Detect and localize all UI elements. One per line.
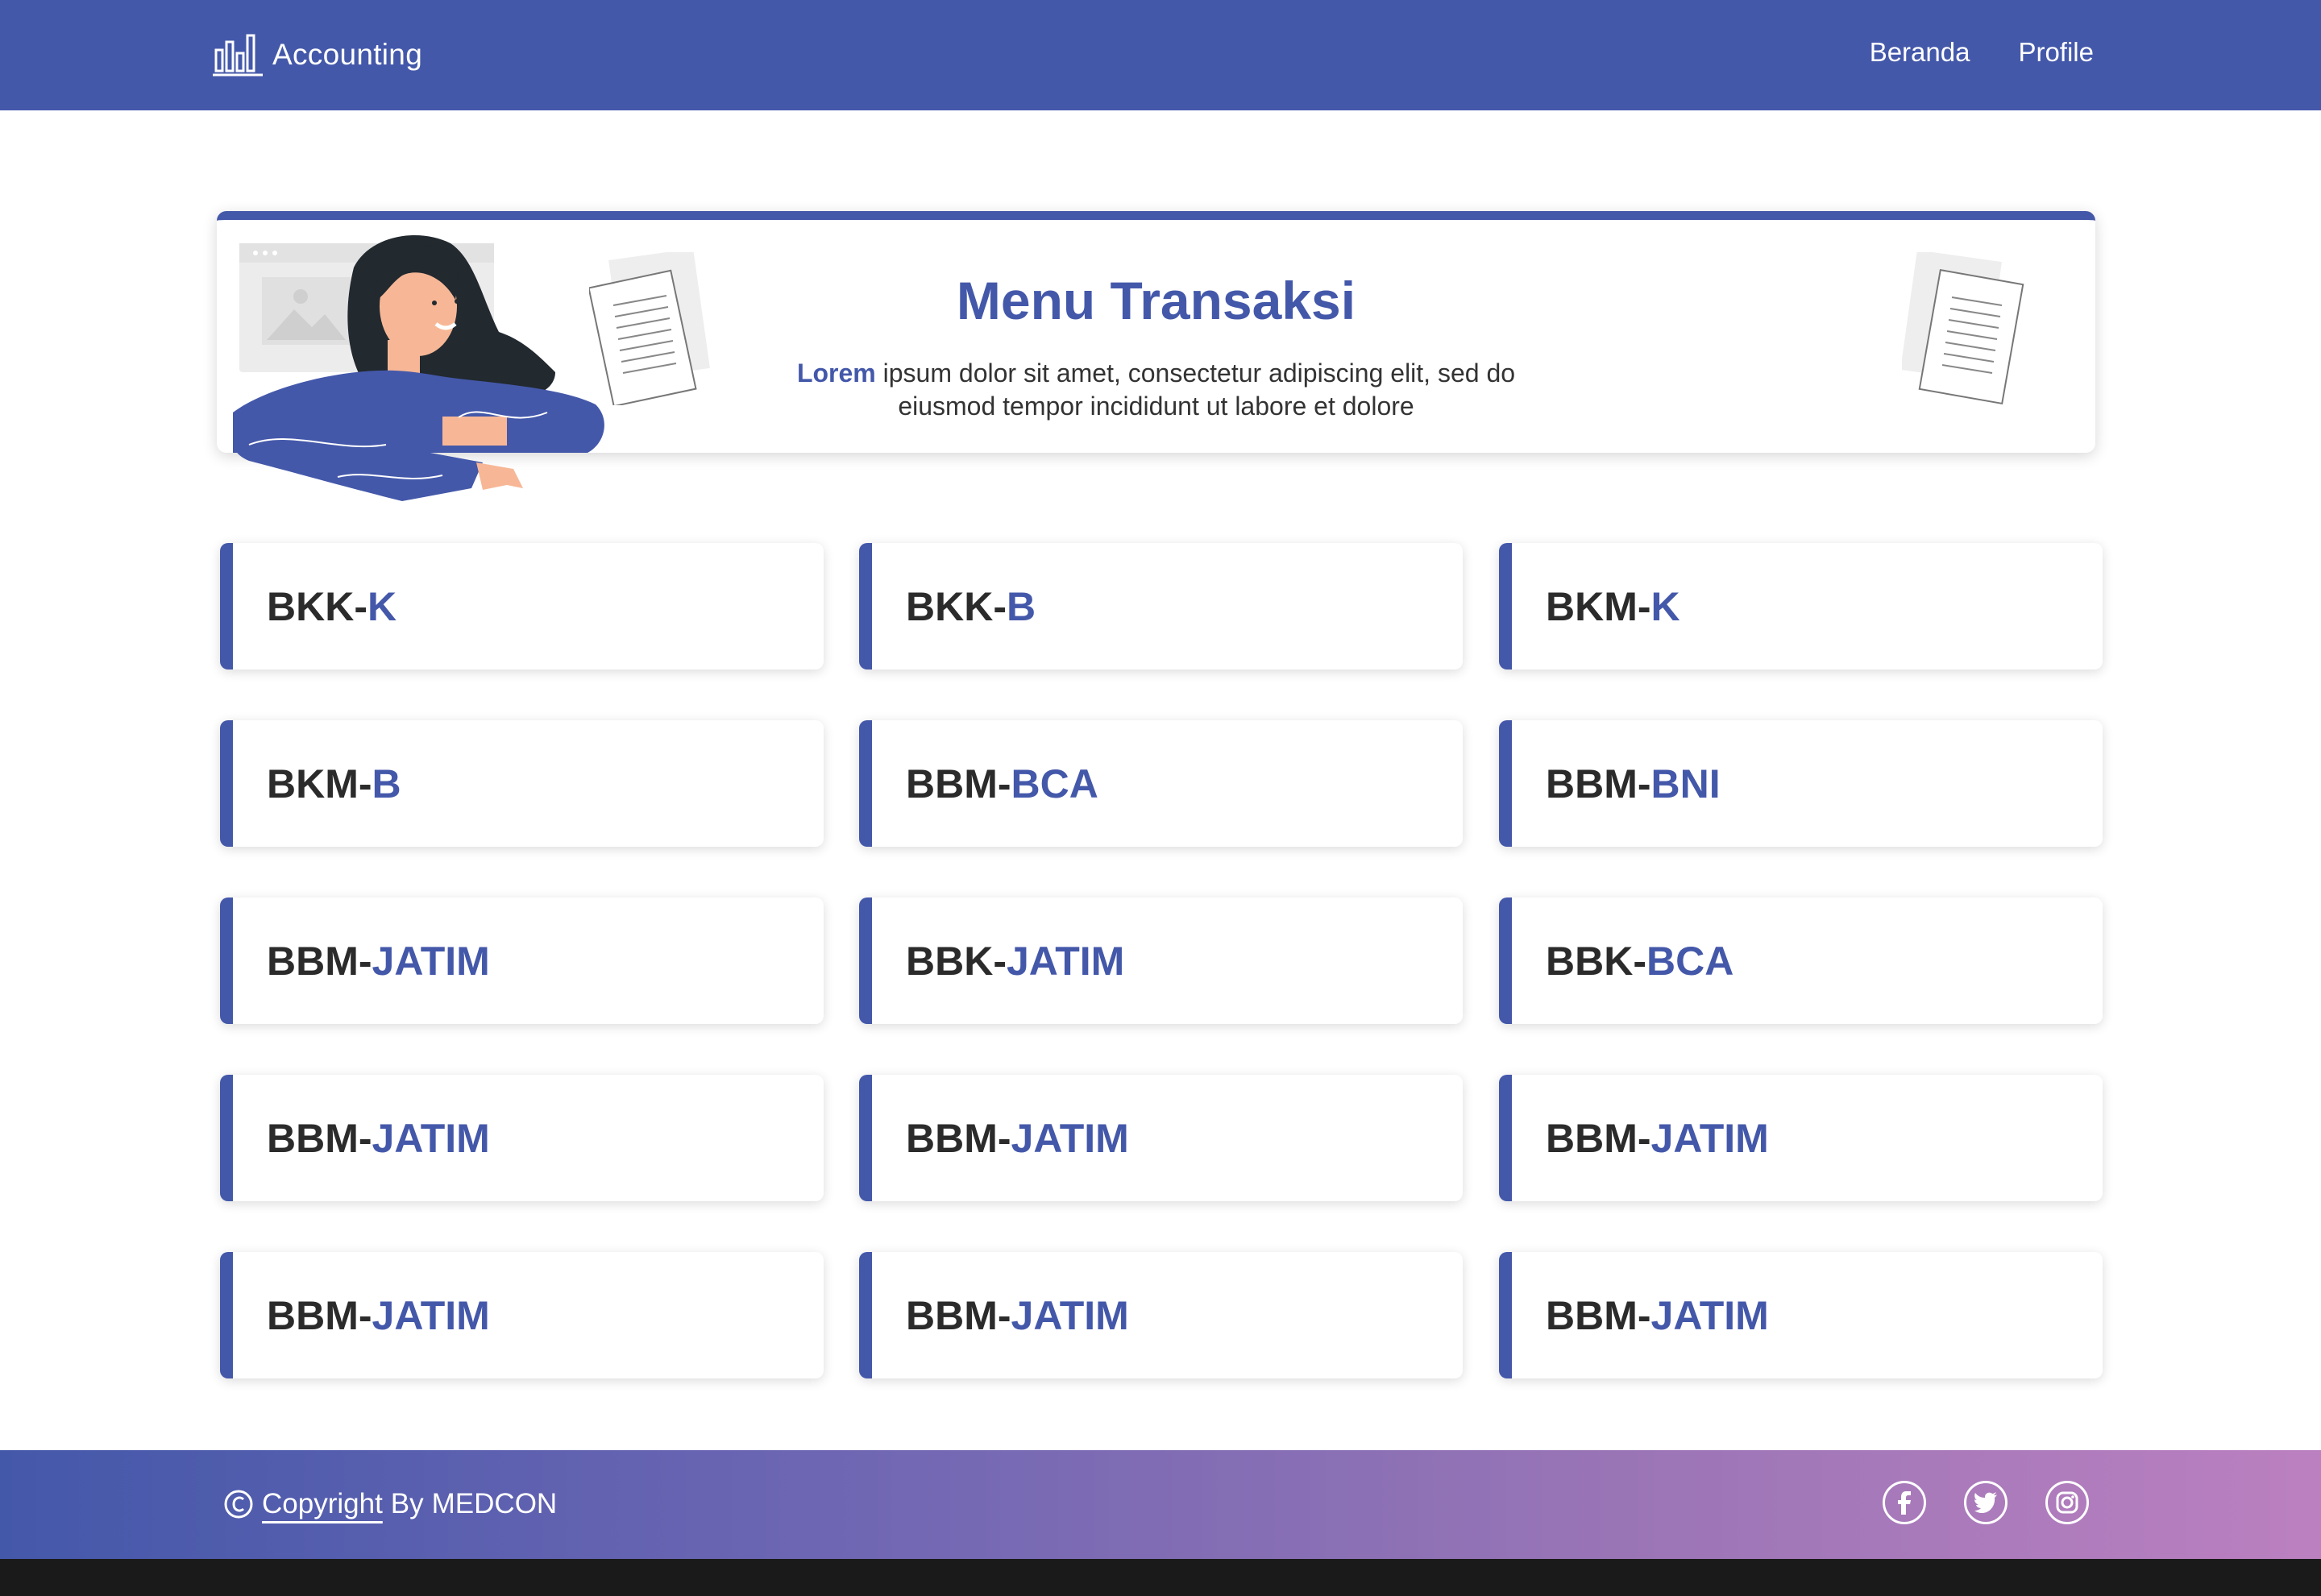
brand-logo[interactable]: Accounting xyxy=(213,31,422,79)
card-suffix: B xyxy=(1006,584,1036,629)
card-prefix: BBM- xyxy=(906,761,1011,806)
hero-description: Lorem ipsum dolor sit amet, consectetur … xyxy=(217,357,2095,423)
card-label: BBM-JATIM xyxy=(1546,1115,1769,1162)
menu-card[interactable]: BBM-JATIM xyxy=(859,1075,1463,1201)
nav-links: Beranda Profile xyxy=(1870,37,2094,68)
card-prefix: BBK- xyxy=(906,939,1007,984)
card-prefix: BBK- xyxy=(1546,939,1646,984)
menu-card[interactable]: BBM-JATIM xyxy=(1499,1252,2103,1378)
menu-card[interactable]: BBK-JATIM xyxy=(859,897,1463,1024)
card-prefix: BBM- xyxy=(1546,761,1651,806)
menu-card[interactable]: BKK-B xyxy=(859,543,1463,669)
card-label: BBM-JATIM xyxy=(1546,1292,1769,1339)
twitter-icon xyxy=(1974,1492,1997,1513)
social-links xyxy=(1883,1481,2089,1524)
hero-title: Menu Transaksi xyxy=(956,271,1356,330)
card-suffix: BCA xyxy=(1011,761,1098,806)
card-prefix: BBM- xyxy=(267,1293,372,1338)
menu-card[interactable]: BBM-JATIM xyxy=(220,1075,824,1201)
bar-chart-icon xyxy=(213,34,263,77)
card-suffix: BNI xyxy=(1650,761,1721,806)
card-suffix: BCA xyxy=(1646,939,1734,984)
card-label: BKK-B xyxy=(906,583,1036,630)
menu-card[interactable]: BKK-K xyxy=(220,543,824,669)
card-prefix: BKK- xyxy=(906,584,1007,629)
menu-card[interactable]: BBM-JATIM xyxy=(1499,1075,2103,1201)
copyright-owner: MEDCON xyxy=(431,1488,558,1519)
card-suffix: JATIM xyxy=(372,1116,490,1161)
card-suffix: JATIM xyxy=(1006,939,1125,984)
card-suffix: K xyxy=(367,584,397,629)
hero-banner: Menu Transaksi Lorem ipsum dolor sit ame… xyxy=(217,211,2095,501)
footer: Copyright By MEDCON xyxy=(0,1450,2321,1559)
card-suffix: K xyxy=(1650,584,1680,629)
card-label: BBK-JATIM xyxy=(906,938,1124,985)
card-prefix: BKM- xyxy=(267,761,372,806)
card-prefix: BBM- xyxy=(906,1293,1011,1338)
brand-name: Accounting xyxy=(272,38,423,71)
navbar: Accounting Beranda Profile xyxy=(0,0,2321,110)
menu-card[interactable]: BBM-BNI xyxy=(1499,720,2103,847)
menu-card[interactable]: BKM-B xyxy=(220,720,824,847)
nav-link-profile[interactable]: Profile xyxy=(2018,37,2094,68)
card-label: BBM-JATIM xyxy=(906,1292,1129,1339)
menu-card[interactable]: BBM-JATIM xyxy=(220,1252,824,1378)
card-prefix: BKM- xyxy=(1546,584,1651,629)
card-prefix: BBM- xyxy=(906,1116,1011,1161)
hero-desc-lead: Lorem xyxy=(796,359,876,388)
hero-desc-line2: eiusmod tempor incididunt ut labore et d… xyxy=(898,392,1414,421)
menu-card[interactable]: BBM-JATIM xyxy=(220,897,824,1024)
card-label: BBM-JATIM xyxy=(267,938,490,985)
instagram-icon xyxy=(2056,1491,2078,1514)
card-suffix: B xyxy=(372,761,401,806)
card-prefix: BBM- xyxy=(267,1116,372,1161)
card-prefix: BBM- xyxy=(267,939,372,984)
menu-card[interactable]: BKM-K xyxy=(1499,543,2103,669)
card-label: BKM-K xyxy=(1546,583,1680,630)
card-suffix: JATIM xyxy=(1011,1293,1129,1338)
card-suffix: JATIM xyxy=(372,1293,490,1338)
card-label: BKK-K xyxy=(267,583,397,630)
card-prefix: BKK- xyxy=(267,584,367,629)
copyright-word: By xyxy=(390,1488,424,1519)
nav-link-beranda[interactable]: Beranda xyxy=(1870,37,1970,68)
card-label: BBK-BCA xyxy=(1546,938,1733,985)
card-label: BBM-BCA xyxy=(906,761,1098,807)
card-suffix: JATIM xyxy=(1650,1116,1769,1161)
card-label: BBM-JATIM xyxy=(906,1115,1129,1162)
card-label: BBM-BNI xyxy=(1546,761,1721,807)
menu-card[interactable]: BBM-JATIM xyxy=(859,1252,1463,1378)
card-prefix: BBM- xyxy=(1546,1293,1651,1338)
menu-card[interactable]: BBM-BCA xyxy=(859,720,1463,847)
card-suffix: JATIM xyxy=(1011,1116,1129,1161)
card-label: BKM-B xyxy=(267,761,401,807)
card-prefix: BBM- xyxy=(1546,1116,1651,1161)
twitter-link[interactable] xyxy=(1964,1481,2008,1524)
bottom-strip xyxy=(0,1559,2321,1596)
copyright-word: Copyright xyxy=(262,1488,383,1519)
copyright: Copyright By MEDCON xyxy=(223,1488,557,1520)
card-suffix: JATIM xyxy=(372,939,490,984)
card-label: BBM-JATIM xyxy=(267,1115,490,1162)
copyright-icon xyxy=(224,1490,253,1519)
facebook-link[interactable] xyxy=(1883,1481,1926,1524)
instagram-link[interactable] xyxy=(2045,1481,2089,1524)
card-suffix: JATIM xyxy=(1650,1293,1769,1338)
hero-desc-line1: ipsum dolor sit amet, consectetur adipis… xyxy=(875,359,1516,388)
menu-card[interactable]: BBK-BCA xyxy=(1499,897,2103,1024)
facebook-icon xyxy=(1898,1491,1911,1515)
card-label: BBM-JATIM xyxy=(267,1292,490,1339)
